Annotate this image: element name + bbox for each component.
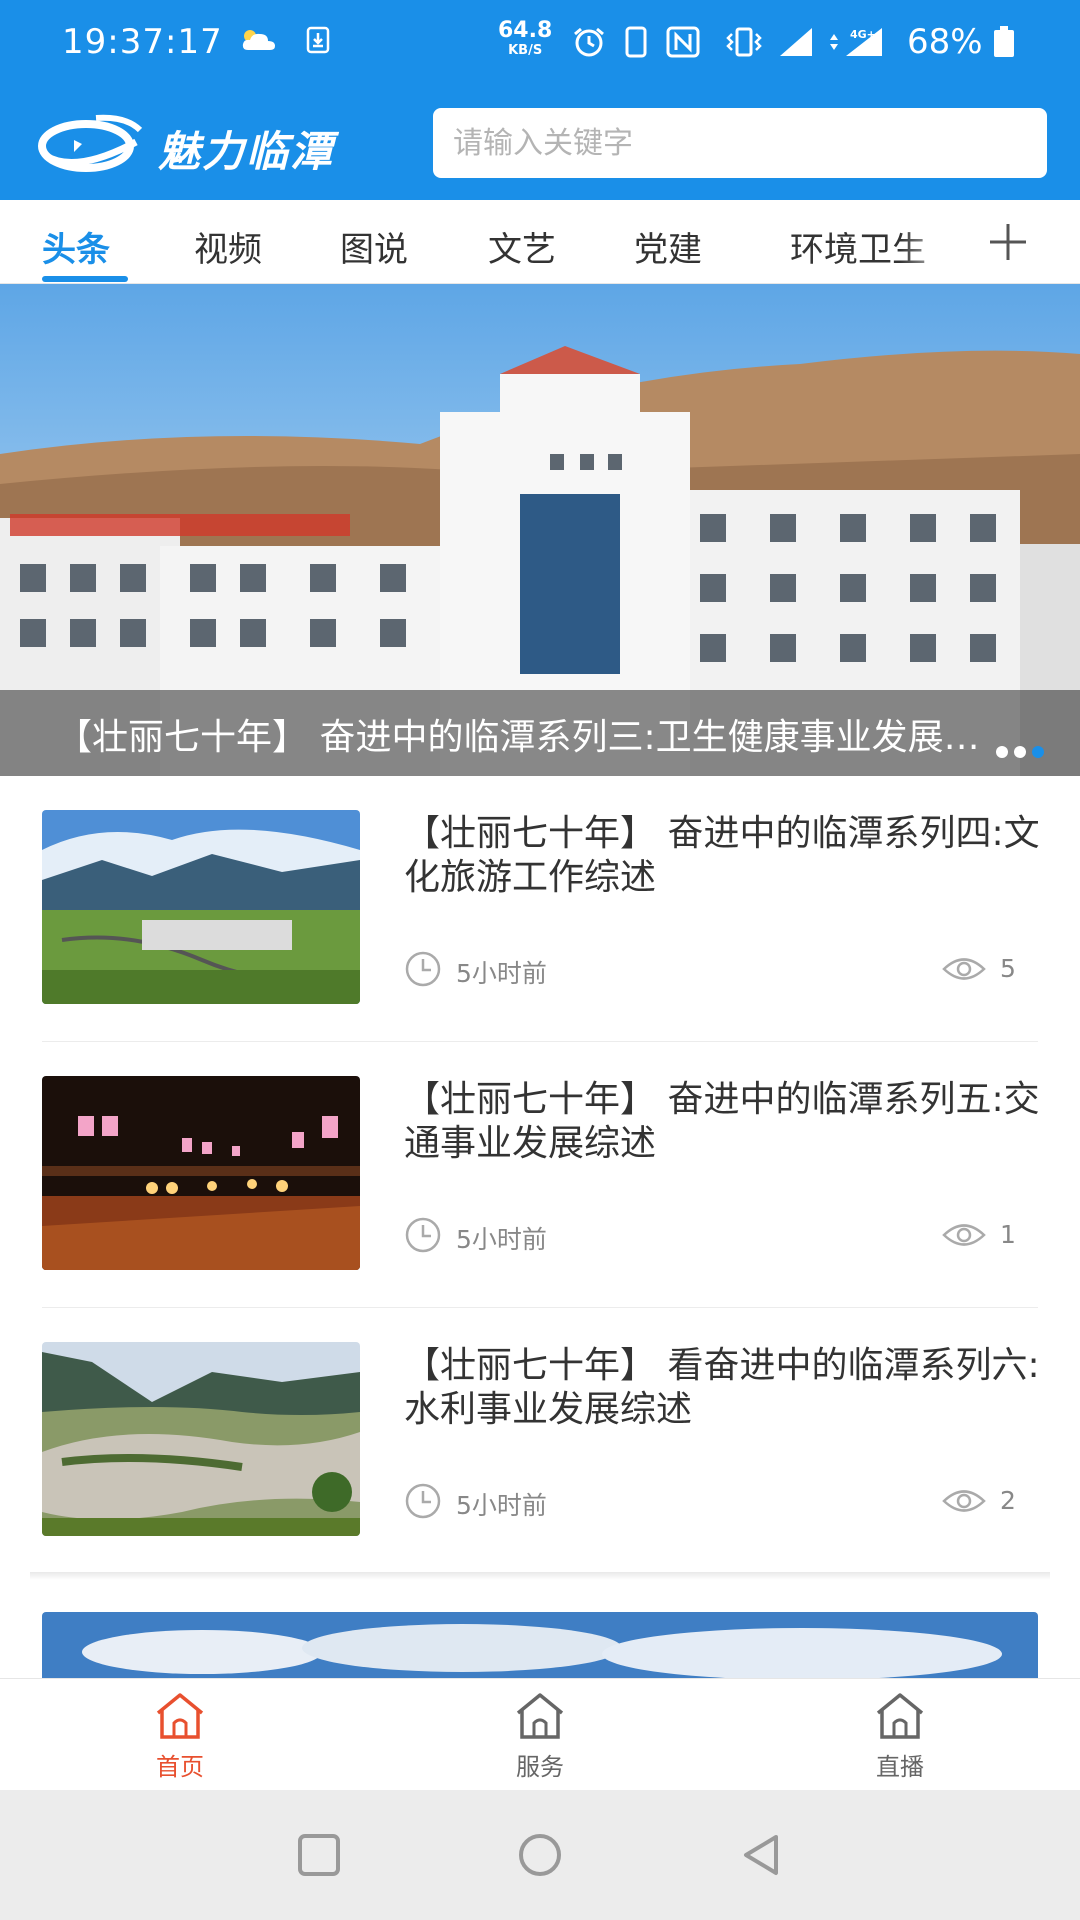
tab-picture[interactable]: 图说 <box>340 222 408 271</box>
tab-fade <box>900 210 960 270</box>
banner-caption: 【壮丽七十年】 奋进中的临潭系列三:卫生健康事业发展综述 <box>56 717 996 758</box>
data-4g-icon: 4G+ <box>830 28 882 56</box>
news-item[interactable]: 【壮丽七十年】 奋进中的临潭系列四:文化旅游工作综述 5小时前 5 <box>0 776 1080 1042</box>
app-bar: 魅力临潭 <box>0 88 1080 200</box>
news-views: 5 <box>1000 954 1016 983</box>
nav-service[interactable]: 服务 <box>480 1691 600 1782</box>
news-thumbnail <box>42 1076 360 1270</box>
nav-home[interactable]: 首页 <box>120 1691 240 1782</box>
nfc-icon <box>666 26 700 58</box>
bottom-nav: 首页 服务 直播 <box>0 1678 1080 1790</box>
news-time: 5小时前 <box>456 959 547 988</box>
tab-party[interactable]: 党建 <box>634 222 702 271</box>
tab-active-indicator <box>42 276 128 282</box>
next-news-image-graphic <box>42 1612 1038 1678</box>
search-input[interactable] <box>433 108 1047 178</box>
nav-home-label: 首页 <box>156 1753 204 1781</box>
app-brand-title: 魅力临潭 <box>158 127 335 176</box>
carousel-dot[interactable] <box>1014 746 1026 758</box>
home-icon <box>156 1693 204 1739</box>
nav-service-label: 服务 <box>516 1753 564 1781</box>
battery-percent: 68% <box>907 22 983 62</box>
tab-video[interactable]: 视频 <box>194 222 262 271</box>
signal-icon <box>780 28 812 56</box>
alarm-icon <box>574 27 604 57</box>
clock-icon <box>405 1217 441 1253</box>
status-time: 19:37:17 <box>62 22 223 62</box>
carousel-dot-active[interactable] <box>1032 746 1044 758</box>
battery-icon <box>994 26 1014 57</box>
download-icon <box>306 26 330 54</box>
news-views: 1 <box>1000 1220 1016 1249</box>
clock-icon <box>405 951 441 987</box>
views-eye-icon <box>942 1490 986 1512</box>
category-tabs: 头条 视频 图说 文艺 党建 环境卫生 <box>0 200 1080 284</box>
phone-icon <box>625 26 647 58</box>
news-views: 2 <box>1000 1486 1016 1515</box>
news-title: 【壮丽七十年】 奋进中的临潭系列五:交通事业发展综述 <box>404 1079 1040 1164</box>
views-eye-icon <box>942 958 986 980</box>
net-speed: 64.8 KB/S <box>498 18 553 58</box>
service-icon <box>516 1693 564 1739</box>
banner-carousel[interactable]: 【壮丽七十年】 奋进中的临潭系列三:卫生健康事业发展综述 <box>0 284 1080 776</box>
live-icon <box>876 1693 924 1739</box>
news-item[interactable]: 【壮丽七十年】 看奋进中的临潭系列六:水利事业发展综述 5小时前 2 <box>0 1308 1080 1574</box>
news-title: 【壮丽七十年】 奋进中的临潭系列四:文化旅游工作综述 <box>404 813 1040 898</box>
next-news-image[interactable] <box>42 1612 1038 1678</box>
back-icon[interactable] <box>736 1830 786 1880</box>
carousel-dot[interactable] <box>996 746 1008 758</box>
nav-live-label: 直播 <box>876 1753 924 1781</box>
news-thumbnail <box>42 810 360 1004</box>
tab-art[interactable]: 文艺 <box>488 222 556 271</box>
cloud-icon <box>242 30 275 50</box>
vibrate-icon <box>726 27 762 57</box>
news-time: 5小时前 <box>456 1491 547 1520</box>
app-logo-icon <box>38 114 143 172</box>
system-nav-bar <box>0 1790 1080 1920</box>
news-title: 【壮丽七十年】 看奋进中的临潭系列六:水利事业发展综述 <box>404 1345 1040 1430</box>
tab-toutiao[interactable]: 头条 <box>42 222 110 271</box>
banner-caption-bar: 【壮丽七十年】 奋进中的临潭系列三:卫生健康事业发展综述 <box>0 690 1080 776</box>
nav-live[interactable]: 直播 <box>840 1691 960 1782</box>
clock-icon <box>405 1483 441 1519</box>
news-item[interactable]: 【壮丽七十年】 奋进中的临潭系列五:交通事业发展综述 5小时前 1 <box>0 1042 1080 1308</box>
recents-icon[interactable] <box>294 1830 344 1880</box>
section-separator <box>30 1572 1050 1580</box>
add-tab-icon[interactable] <box>984 218 1032 266</box>
svg-text:4G+: 4G+ <box>850 28 876 41</box>
home-circle-icon[interactable] <box>515 1830 565 1880</box>
news-thumbnail <box>42 1342 360 1536</box>
status-bar: 19:37:17 64.8 KB/S 4G+ 68% <box>0 0 1080 88</box>
news-time: 5小时前 <box>456 1225 547 1254</box>
views-eye-icon <box>942 1224 986 1246</box>
